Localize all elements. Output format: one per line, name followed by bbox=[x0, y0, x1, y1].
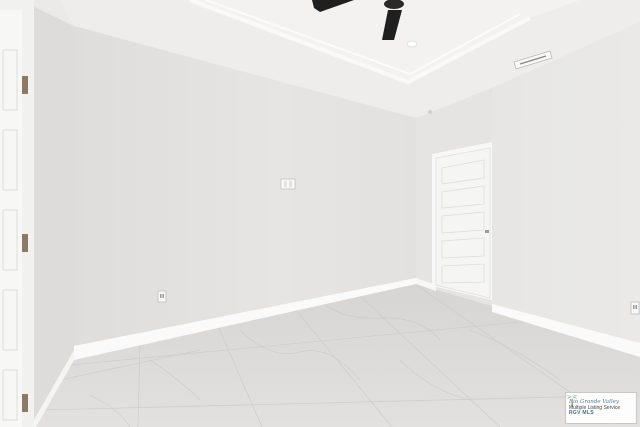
outlet-icon bbox=[157, 290, 167, 303]
recessed-light-icon bbox=[406, 40, 418, 48]
light-switch-icon bbox=[280, 178, 296, 190]
palm-tree-icon bbox=[566, 395, 578, 407]
watermark-brand: RGV MLS bbox=[569, 410, 594, 417]
far-door bbox=[435, 147, 491, 299]
hinge-icon bbox=[22, 234, 28, 252]
mls-watermark: Rio Grande Valley Multiple Listing Servi… bbox=[565, 392, 637, 424]
door-handle-icon bbox=[485, 230, 489, 233]
hinge-icon bbox=[22, 76, 28, 94]
outlet-icon bbox=[630, 301, 640, 315]
hinge-icon bbox=[22, 394, 28, 412]
room-illustration bbox=[0, 0, 640, 427]
room-photo: Rio Grande Valley Multiple Listing Servi… bbox=[0, 0, 640, 427]
